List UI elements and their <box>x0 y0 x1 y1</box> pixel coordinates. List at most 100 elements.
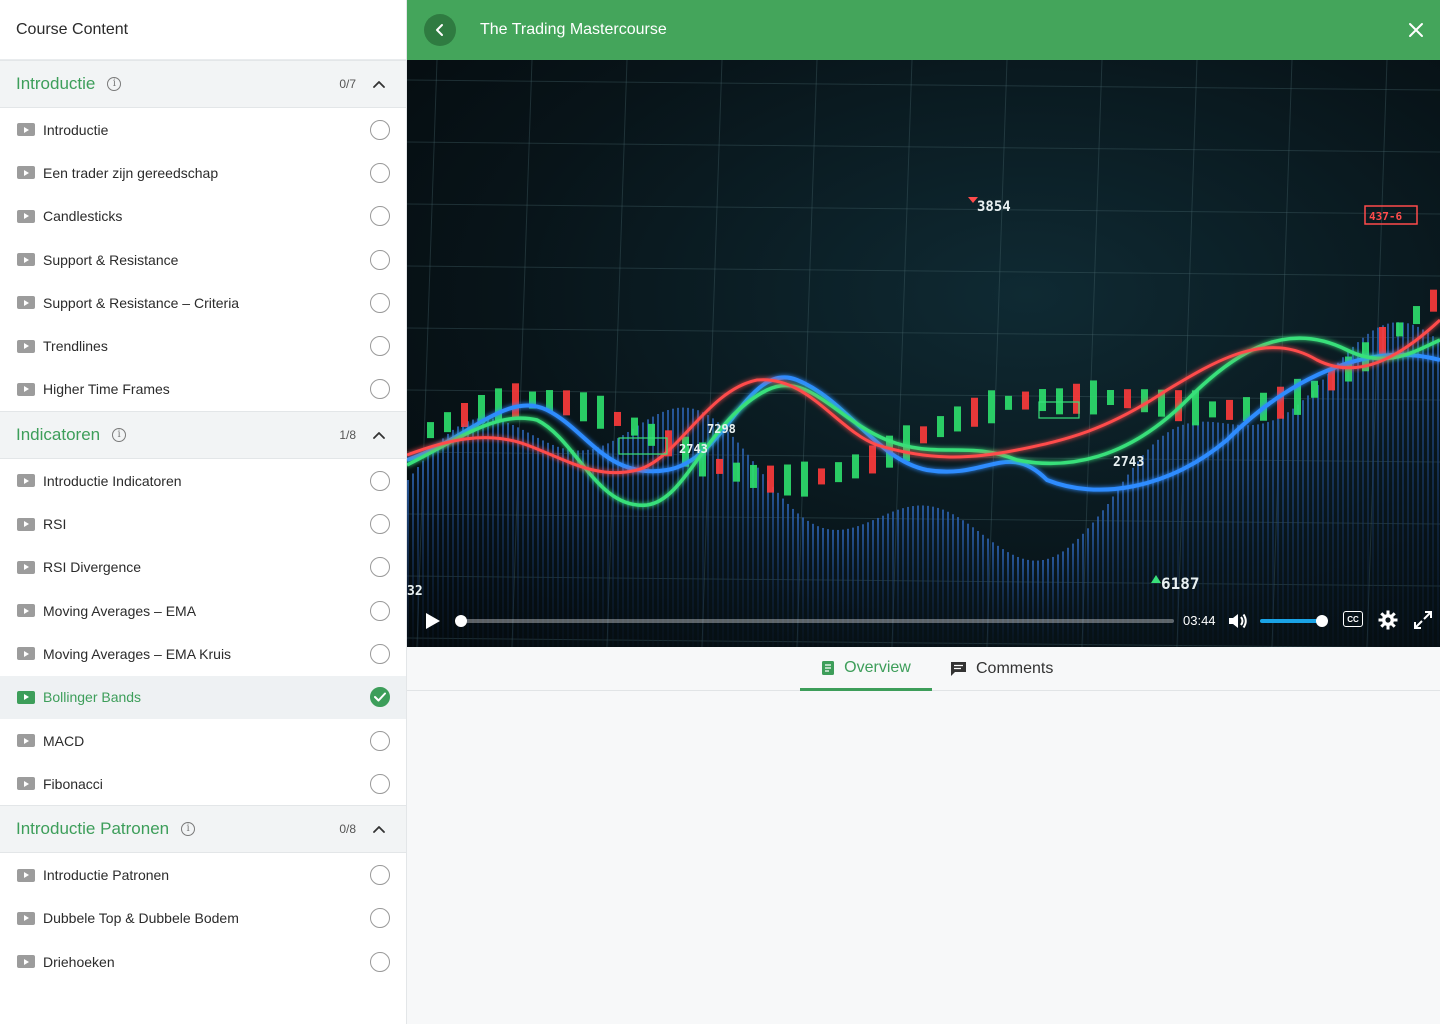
video-lesson-icon <box>17 734 35 747</box>
lesson-item[interactable]: Een trader zijn gereedschap <box>0 151 406 194</box>
section-title: Introductie Patronen <box>16 819 170 839</box>
video-lesson-icon <box>17 474 35 488</box>
lesson-item[interactable]: Dubbele Top & Dubbele Bodem <box>0 897 406 940</box>
tab-overview-label: Overview <box>844 658 911 676</box>
progress-bar[interactable] <box>462 619 1174 623</box>
lesson-label: Support & Resistance – Criteria <box>43 294 240 311</box>
fullscreen-icon <box>1414 611 1432 629</box>
lesson-label: Dubbele Top & Dubbele Bodem <box>43 910 239 927</box>
lesson-item[interactable]: Moving Averages – EMA Kruis <box>0 632 406 675</box>
lesson-label: Introductie Patronen <box>43 867 170 884</box>
chevron-left-icon <box>436 24 443 36</box>
sections-list: Introductie i 0/7 Introductie Een trader zij… <box>0 60 406 983</box>
lesson-item[interactable]: RSI <box>0 502 406 545</box>
video-player[interactable]: 3854 7298 2743 2743 6187 437-6 32 03:44 … <box>407 60 1440 647</box>
section-header[interactable]: Indicatoren i 1/8 <box>0 411 406 460</box>
lesson-label: Introductie Indicatoren <box>43 472 182 489</box>
video-lesson-icon <box>17 777 35 791</box>
volume-icon <box>1229 613 1247 629</box>
lesson-item[interactable]: Introductie Indicatoren <box>0 459 406 502</box>
overlay-number: 3854 <box>977 199 1011 215</box>
video-lesson-icon <box>17 911 35 925</box>
lesson-item[interactable]: Candlesticks <box>0 195 406 238</box>
lesson-item[interactable]: Moving Averages – EMA <box>0 589 406 632</box>
video-lesson-icon <box>17 253 35 267</box>
close-button[interactable] <box>1406 20 1426 40</box>
volume-slider[interactable] <box>1260 619 1322 623</box>
completion-circle[interactable] <box>370 514 390 535</box>
completion-circle[interactable] <box>370 162 390 183</box>
video-lesson-icon <box>17 166 35 180</box>
settings-button[interactable] <box>1378 610 1398 630</box>
video-lesson-icon <box>17 955 35 969</box>
completion-circle[interactable] <box>370 336 390 357</box>
fullscreen-button[interactable] <box>1413 610 1433 630</box>
lesson-item[interactable]: Introductie Patronen <box>0 853 406 896</box>
completion-circle[interactable] <box>370 773 390 794</box>
lesson-label: Higher Time Frames <box>43 381 170 398</box>
play-icon <box>426 613 440 629</box>
section-header[interactable]: Introductie i 0/7 <box>0 60 406 108</box>
video-lesson-icon <box>17 296 35 310</box>
lesson-label: Fibonacci <box>43 775 103 792</box>
completion-circle[interactable] <box>370 600 390 621</box>
completion-circle[interactable] <box>370 557 390 578</box>
completion-circle[interactable] <box>370 206 390 227</box>
section-header[interactable]: Introductie Patronen i 0/8 <box>0 805 406 854</box>
completion-circle[interactable] <box>370 292 390 313</box>
video-controls: 03:44 CC <box>407 595 1440 647</box>
completion-circle[interactable] <box>370 908 390 929</box>
completion-circle[interactable] <box>370 249 390 270</box>
lesson-item[interactable]: Trendlines <box>0 324 406 367</box>
play-button[interactable] <box>425 611 445 631</box>
lesson-label: RSI Divergence <box>43 559 142 576</box>
completion-circle[interactable] <box>370 865 390 886</box>
completion-circle[interactable] <box>370 379 390 400</box>
info-icon[interactable]: i <box>112 428 127 443</box>
completion-circle[interactable] <box>370 119 390 140</box>
close-icon <box>1409 23 1423 37</box>
overlay-number: 437-6 <box>1369 210 1402 223</box>
completion-circle[interactable] <box>370 730 390 751</box>
volume-button[interactable] <box>1227 610 1249 632</box>
lesson-label: Trendlines <box>43 338 108 355</box>
chevron-up-icon[interactable] <box>370 426 388 444</box>
tab-overview[interactable]: Overview <box>800 647 932 691</box>
captions-icon[interactable]: CC <box>1343 611 1363 627</box>
lesson-item[interactable]: MACD <box>0 719 406 762</box>
chevron-up-icon[interactable] <box>370 75 388 93</box>
top-bar: The Trading Mastercourse <box>407 0 1440 60</box>
completion-circle[interactable] <box>370 643 390 664</box>
lesson-item[interactable]: Bollinger Bands <box>0 675 406 719</box>
lesson-item[interactable]: Support & Resistance – Criteria <box>0 281 406 324</box>
video-lesson-icon <box>17 517 35 531</box>
info-icon[interactable]: i <box>181 822 196 837</box>
lesson-item[interactable]: Fibonacci <box>0 762 406 805</box>
lesson-item[interactable]: RSI Divergence <box>0 546 406 589</box>
lesson-item[interactable]: Higher Time Frames <box>0 368 406 411</box>
lesson-item[interactable]: Introductie <box>0 108 406 151</box>
back-button[interactable] <box>424 14 456 46</box>
video-lesson-icon <box>17 382 35 396</box>
completed-check-icon[interactable] <box>370 687 390 708</box>
comment-icon <box>950 661 967 677</box>
info-icon[interactable]: i <box>107 77 122 91</box>
completion-circle[interactable] <box>370 951 390 972</box>
lesson-label: MACD <box>43 732 85 749</box>
lesson-label: Driehoeken <box>43 953 115 970</box>
lesson-item[interactable]: Support & Resistance <box>0 238 406 281</box>
lesson-label: Introductie <box>43 121 109 138</box>
chevron-up-icon[interactable] <box>370 820 388 838</box>
gear-icon <box>1378 610 1398 630</box>
lesson-label: Support & Resistance <box>43 251 179 268</box>
progress-handle[interactable] <box>455 615 467 627</box>
overlay-number: 6187 <box>1161 574 1200 593</box>
section-progress-count: 0/7 <box>339 77 356 91</box>
section-progress-count: 1/8 <box>339 428 356 443</box>
tab-comments-label: Comments <box>976 660 1054 677</box>
volume-handle[interactable] <box>1316 615 1328 627</box>
blue-line <box>407 352 1440 492</box>
completion-circle[interactable] <box>370 470 390 491</box>
lesson-item[interactable]: Driehoeken <box>0 940 406 983</box>
tab-comments[interactable]: Comments <box>950 647 1053 691</box>
